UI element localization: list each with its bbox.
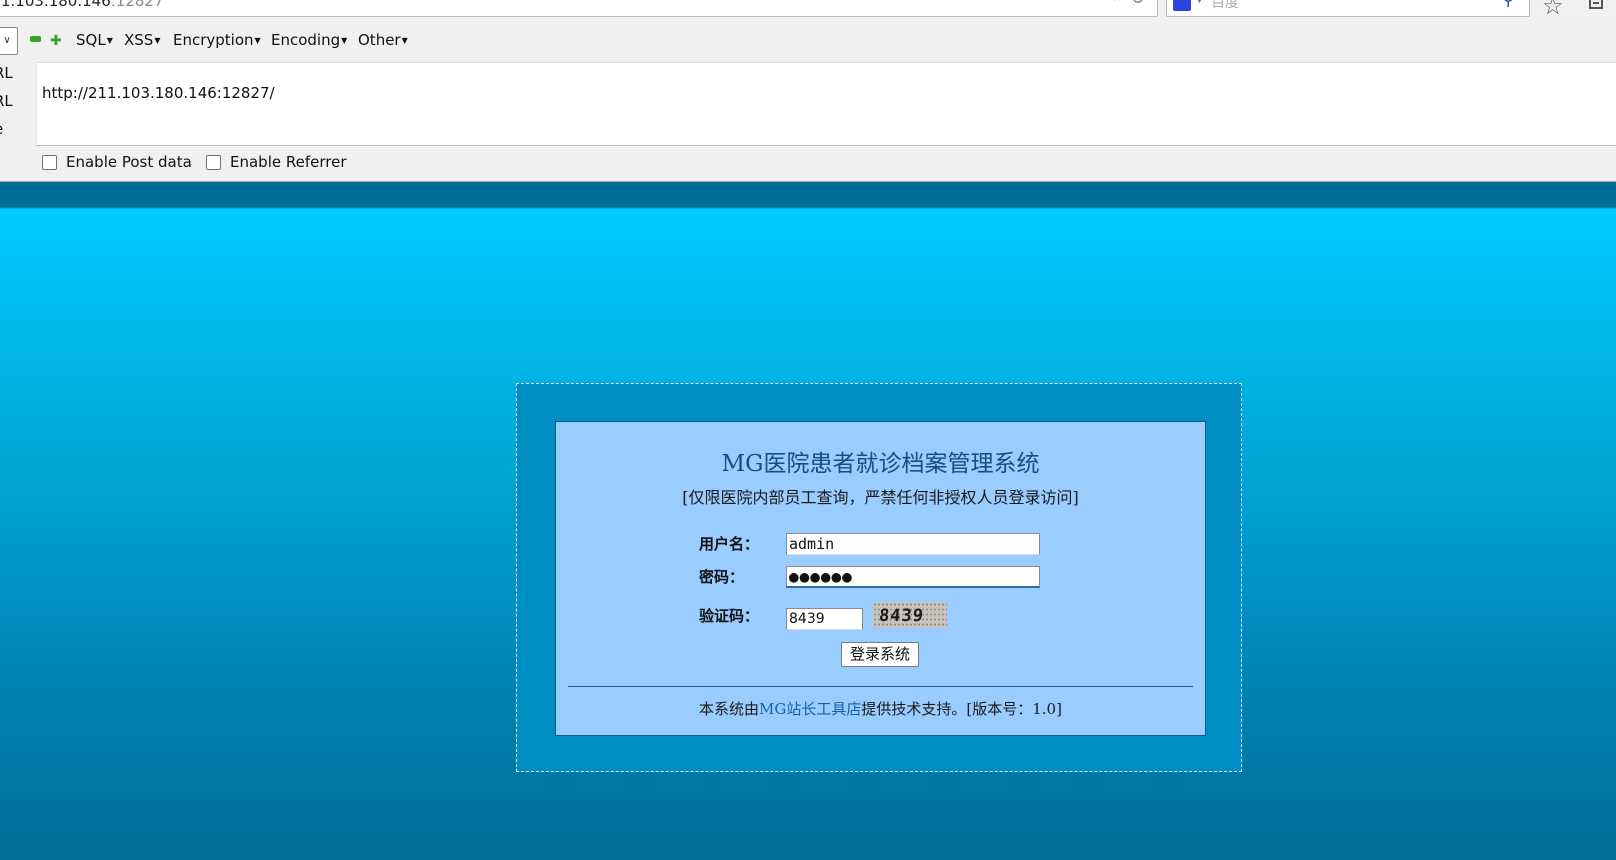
hackbar-menu-xss[interactable]: XSS▼ [124, 31, 160, 49]
hackbar-menu-sql[interactable]: SQL▼ [76, 31, 113, 49]
address-port: :12827 [110, 0, 164, 10]
username-label: 用户名： [699, 535, 760, 553]
search-engine-icon[interactable] [1173, 0, 1191, 11]
system-title: MG医院患者就诊档案管理系统 [721, 451, 1040, 477]
hackbar-menu-encryption[interactable]: Encryption▼ [173, 31, 261, 49]
caret-down-icon: ▼ [106, 36, 113, 45]
hackbar-minus-icon[interactable] [30, 36, 41, 42]
footer-prefix: 本系统由 [699, 700, 760, 718]
captcha-input[interactable]: 8439 [786, 608, 863, 630]
hackbar-url-value: http://211.103.180.146:12827/ [42, 84, 275, 102]
checkbox-label: Enable Post data [66, 153, 192, 171]
login-submit-button[interactable]: 登录系统 [841, 642, 919, 667]
system-subtitle: [仅限医院内部员工查询，严禁任何非授权人员登录访问] [682, 488, 1079, 507]
hackbar-plus-icon[interactable]: ✚ [50, 34, 62, 48]
load-url-button[interactable]: RL [0, 64, 13, 82]
hackbar-panel: ∨ ✚ SQL▼ XSS▼ Encryption▼ Encoding▼ Othe… [0, 22, 1616, 182]
menu-label: Encoding [271, 31, 341, 49]
footer-suffix: 提供技术支持。[版本号：1.0] [861, 700, 1062, 718]
menu-label: Encryption [173, 31, 254, 49]
footer-divider [568, 686, 1193, 687]
checkbox-label: Enable Referrer [230, 153, 347, 171]
password-label: 密码： [699, 568, 745, 586]
hackbar-url-textarea[interactable]: http://211.103.180.146:12827/ [36, 62, 1616, 146]
reload-icon[interactable]: ↻ [1131, 0, 1144, 8]
search-placeholder: 百度 [1211, 0, 1239, 11]
bookmarks-menu-icon[interactable] [1589, 0, 1603, 9]
checkbox-box[interactable] [206, 154, 221, 170]
caret-down-icon: ▼ [154, 36, 161, 45]
username-input[interactable]: admin [786, 533, 1040, 555]
menu-label: SQL [76, 31, 106, 49]
footer-vendor-link[interactable]: MG站长工具店 [759, 700, 861, 718]
search-go-icon[interactable]: ⚲ [1502, 0, 1514, 10]
browser-toolbar: 1.103.180.146:12827 ▼ ↻ ▼ 百度 ⚲ ☆ [0, 0, 1616, 22]
captcha-label: 验证码： [699, 607, 760, 625]
captcha-image[interactable]: 8439 [873, 602, 947, 628]
history-dropdown-icon[interactable]: ▼ [1111, 0, 1119, 3]
password-input[interactable]: ●●●●●● [786, 566, 1040, 588]
caret-down-icon: ▼ [341, 36, 348, 45]
address-text: 1.103.180.146:12827 [1, 0, 164, 10]
address-bar[interactable]: 1.103.180.146:12827 ▼ ↻ [0, 0, 1158, 17]
menu-label: XSS [124, 31, 154, 49]
checkbox-box[interactable] [42, 154, 57, 170]
hackbar-action-select[interactable]: ∨ [0, 27, 18, 55]
footer-text: 本系统由MG站长工具店提供技术支持。[版本号：1.0] [556, 698, 1205, 719]
caret-down-icon: ▼ [254, 36, 261, 45]
address-host: 1.103.180.146 [1, 0, 111, 10]
search-bar[interactable]: ▼ 百度 ⚲ [1166, 0, 1530, 17]
enable-referrer-checkbox[interactable]: Enable Referrer [206, 153, 346, 171]
execute-button[interactable]: e [0, 120, 3, 138]
menu-label: Other [358, 31, 401, 49]
hackbar-menu-other[interactable]: Other▼ [358, 31, 408, 49]
captcha-image-text: 8439 [878, 606, 925, 626]
caret-down-icon: ▼ [401, 36, 408, 45]
split-url-button[interactable]: RL [0, 92, 13, 110]
hackbar-menu-encoding[interactable]: Encoding▼ [271, 31, 347, 49]
enable-post-data-checkbox[interactable]: Enable Post data [42, 153, 192, 171]
bookmark-star-icon[interactable]: ☆ [1542, 0, 1564, 20]
login-panel: MG医院患者就诊档案管理系统 [仅限医院内部员工查询，严禁任何非授权人员登录访问… [555, 421, 1206, 736]
search-engine-chevron-icon[interactable]: ▼ [1196, 0, 1203, 5]
